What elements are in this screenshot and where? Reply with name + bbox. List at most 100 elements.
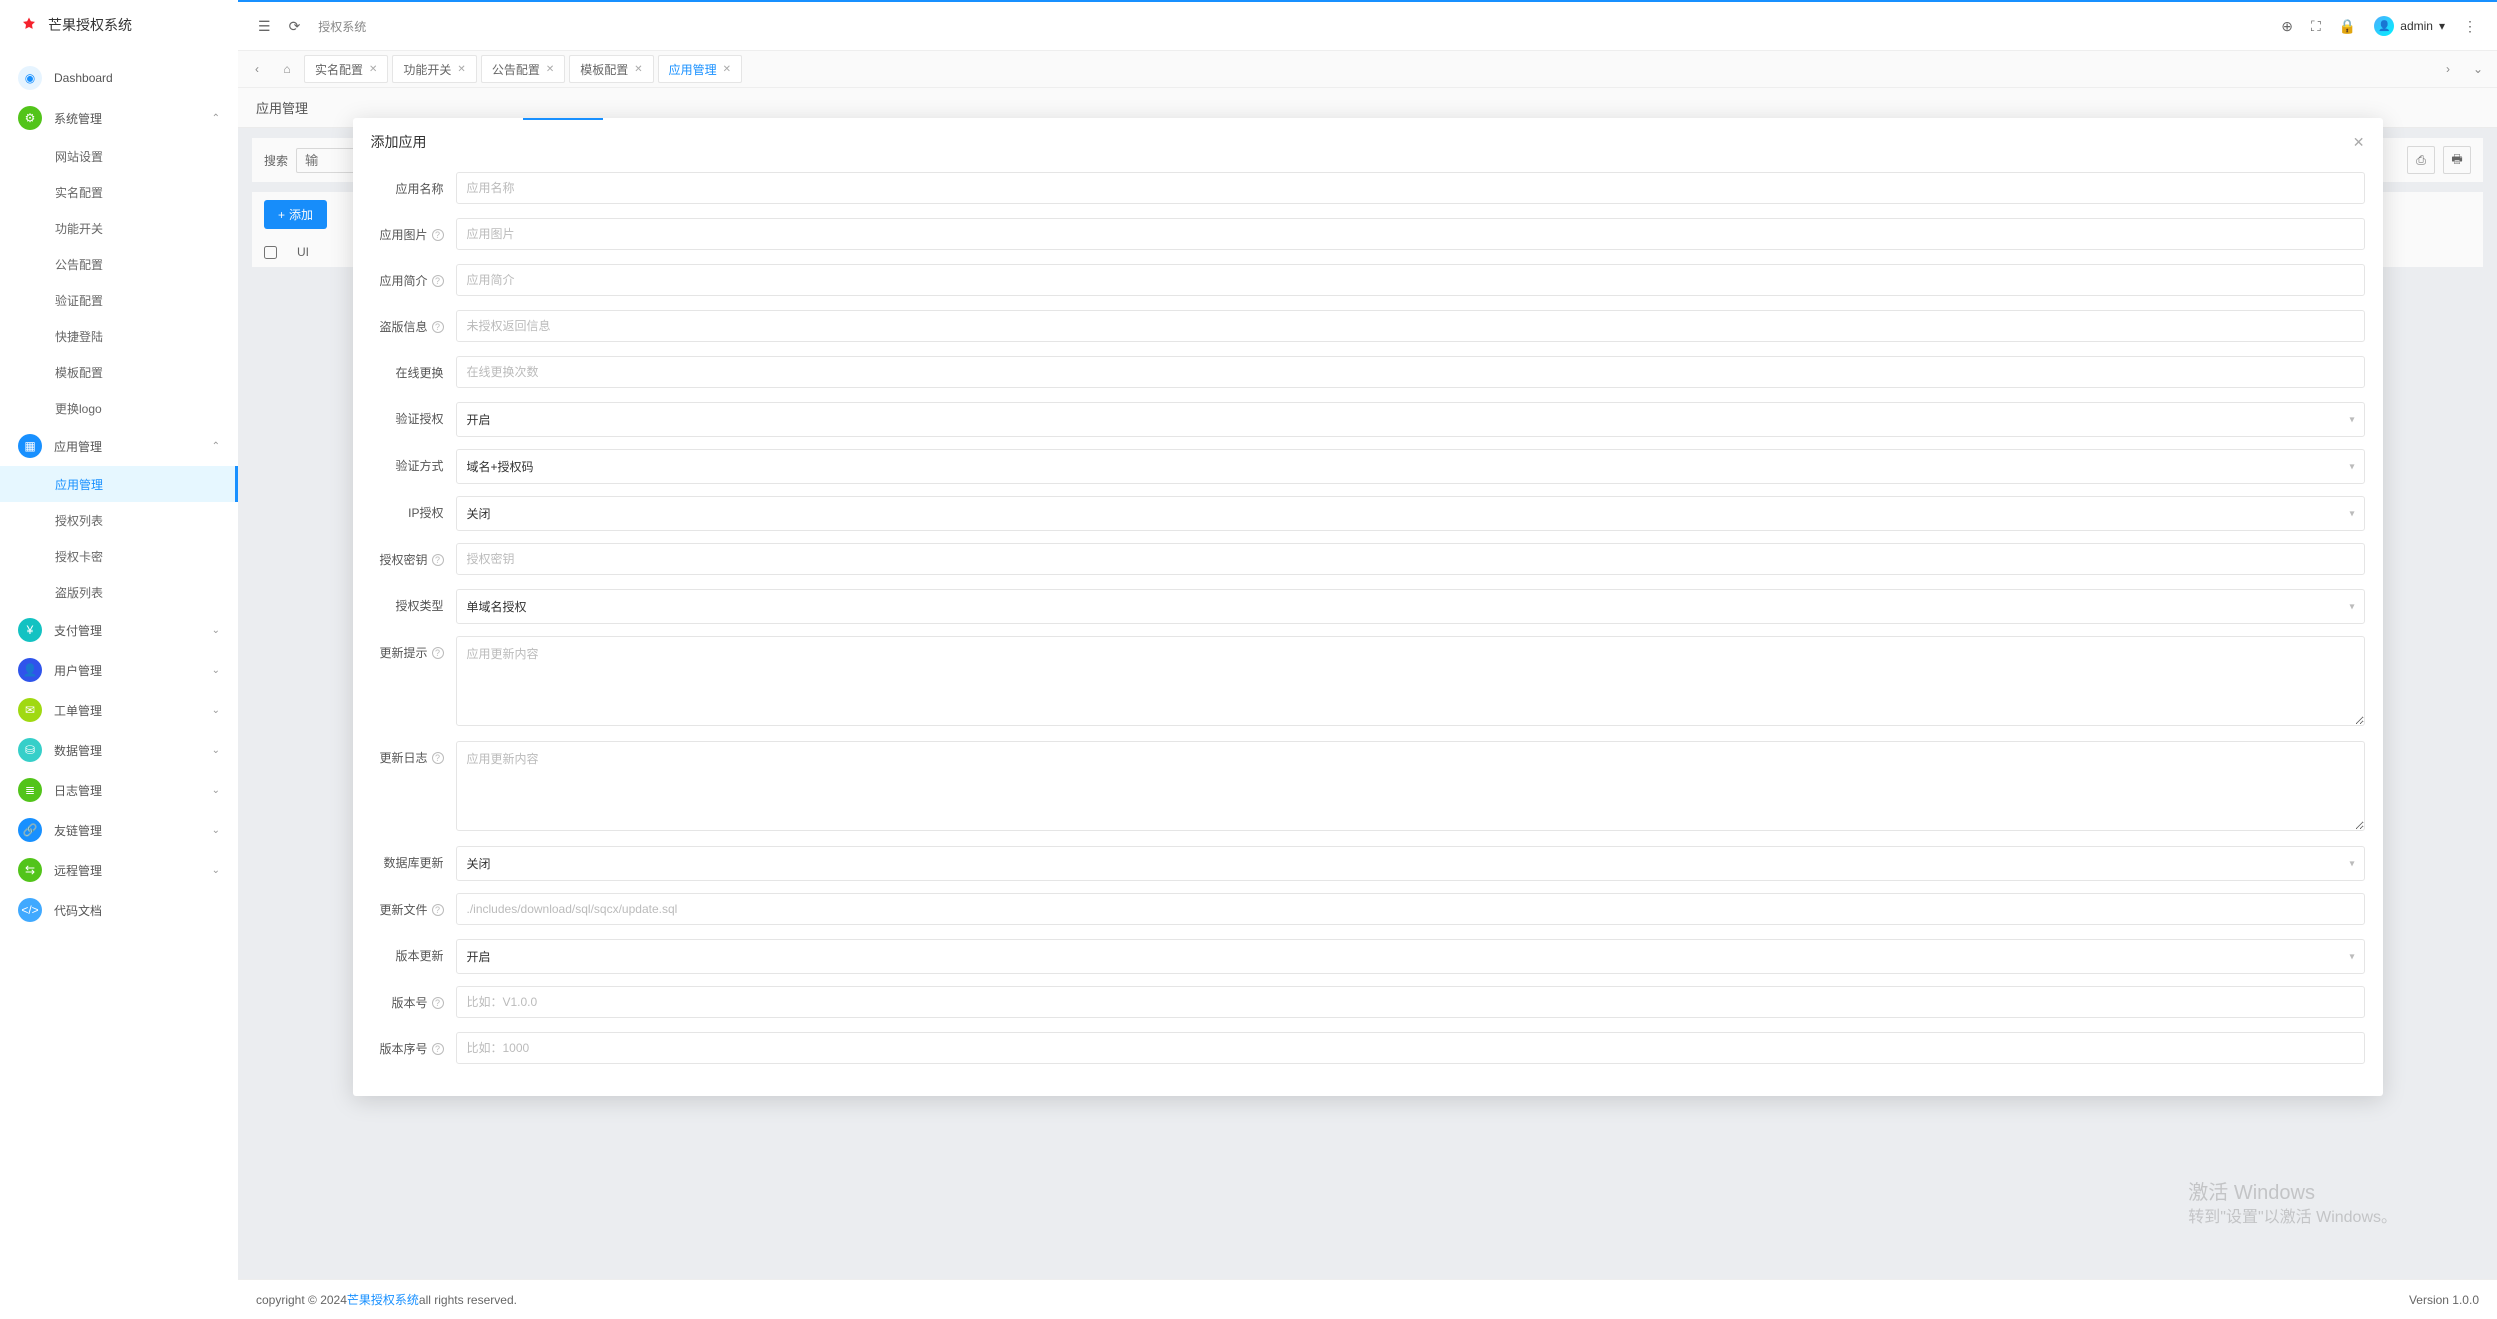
ver-update-select[interactable]: 开启 xyxy=(456,939,2365,974)
logo-icon xyxy=(20,16,38,34)
app-name-input[interactable] xyxy=(456,172,2365,204)
modal-mask: 添加应用 ✕ 应用名称 应用图片? 应用简介? xyxy=(238,88,2497,1279)
tabs-home[interactable]: ⌂ xyxy=(274,56,300,82)
chevron-down-icon: ⌄ xyxy=(212,665,220,676)
label-db-update: 数据库更新 xyxy=(383,846,443,880)
app-img-input[interactable] xyxy=(456,218,2365,250)
more-icon[interactable]: ⋮ xyxy=(2463,18,2477,35)
sidebar-item-user[interactable]: 👤 用户管理 ⌄ xyxy=(0,650,238,690)
close-icon[interactable]: ✕ xyxy=(2353,134,2365,151)
sidebar-item-code[interactable]: </> 代码文档 xyxy=(0,890,238,930)
db-update-select[interactable]: 关闭 xyxy=(456,846,2365,881)
help-icon[interactable]: ? xyxy=(432,997,444,1009)
help-icon[interactable]: ? xyxy=(432,904,444,916)
chevron-down-icon: ⌄ xyxy=(212,625,220,636)
help-icon[interactable]: ? xyxy=(432,321,444,333)
help-icon[interactable]: ? xyxy=(432,275,444,287)
label-online-swap: 在线更换 xyxy=(395,356,443,390)
modal-title: 添加应用 xyxy=(371,132,427,152)
menu-toggle-icon[interactable]: ☰ xyxy=(258,18,271,35)
update-log-textarea[interactable] xyxy=(456,741,2365,831)
ip-auth-select[interactable]: 关闭 xyxy=(456,496,2365,531)
log-icon: ≣ xyxy=(18,778,42,802)
user-menu[interactable]: 👤 admin▾ xyxy=(2374,16,2445,36)
label-update-file: 更新文件 xyxy=(379,893,427,927)
link-icon: 🔗 xyxy=(18,818,42,842)
footer-link[interactable]: 芒果授权系统 xyxy=(347,1291,419,1308)
tab-template[interactable]: 模板配置✕ xyxy=(569,55,653,83)
sidebar-item-pay[interactable]: ¥ 支付管理 ⌄ xyxy=(0,610,238,650)
tab-app-manage[interactable]: 应用管理✕ xyxy=(658,55,742,83)
sidebar-item-auth-card[interactable]: 授权卡密 xyxy=(0,538,238,574)
fullscreen-icon[interactable]: ⛶ xyxy=(2311,18,2321,35)
sidebar-item-site-settings[interactable]: 网站设置 xyxy=(0,138,238,174)
version-input[interactable] xyxy=(456,986,2365,1018)
sidebar-item-notice[interactable]: 公告配置 xyxy=(0,246,238,282)
chevron-up-icon: ⌃ xyxy=(212,113,220,124)
sidebar-item-feature[interactable]: 功能开关 xyxy=(0,210,238,246)
share-icon: ⇆ xyxy=(18,858,42,882)
ticket-icon: ✉ xyxy=(18,698,42,722)
chevron-down-icon: ⌄ xyxy=(212,745,220,756)
sidebar-item-system[interactable]: ⚙ 系统管理 ⌃ xyxy=(0,98,238,138)
label-version-seq: 版本序号 xyxy=(379,1032,427,1066)
content: 应用管理 搜索 ⎙ 🖶 + 添加 xyxy=(238,88,2497,1279)
menu: ◉ Dashboard ⚙ 系统管理 ⌃ 网站设置 实名配置 功能开关 公告配置… xyxy=(0,50,238,1319)
help-icon[interactable]: ? xyxy=(432,647,444,659)
tabs-prev[interactable]: ‹ xyxy=(244,56,270,82)
update-tip-textarea[interactable] xyxy=(456,636,2365,726)
chevron-down-icon: ⌄ xyxy=(212,825,220,836)
update-file-input[interactable] xyxy=(456,893,2365,925)
globe-icon[interactable]: ⊕ xyxy=(2281,18,2293,35)
sidebar-item-data[interactable]: ⛁ 数据管理 ⌄ xyxy=(0,730,238,770)
close-icon[interactable]: ✕ xyxy=(723,64,731,75)
help-icon[interactable]: ? xyxy=(432,554,444,566)
tabs-next[interactable]: › xyxy=(2435,56,2461,82)
chevron-down-icon: ⌄ xyxy=(212,865,220,876)
sidebar-item-realname[interactable]: 实名配置 xyxy=(0,174,238,210)
tab-realname[interactable]: 实名配置✕ xyxy=(304,55,388,83)
auth-type-select[interactable]: 单域名授权 xyxy=(456,589,2365,624)
close-icon[interactable]: ✕ xyxy=(369,64,377,75)
close-icon[interactable]: ✕ xyxy=(546,64,554,75)
sidebar-item-dashboard[interactable]: ◉ Dashboard xyxy=(0,58,238,98)
user-name: admin xyxy=(2400,19,2433,33)
sidebar-item-log[interactable]: ≣ 日志管理 ⌄ xyxy=(0,770,238,810)
sidebar-item-verify[interactable]: 验证配置 xyxy=(0,282,238,318)
sidebar-item-app[interactable]: ▦ 应用管理 ⌃ xyxy=(0,426,238,466)
label-update-log: 更新日志 xyxy=(379,741,427,775)
sidebar-item-remote[interactable]: ⇆ 远程管理 ⌄ xyxy=(0,850,238,890)
chevron-up-icon: ⌃ xyxy=(212,441,220,452)
tabs-dropdown[interactable]: ⌄ xyxy=(2465,56,2491,82)
app-name: 芒果授权系统 xyxy=(48,15,132,35)
piracy-info-input[interactable] xyxy=(456,310,2365,342)
app-intro-input[interactable] xyxy=(456,264,2365,296)
tab-notice[interactable]: 公告配置✕ xyxy=(481,55,565,83)
label-app-intro: 应用简介 xyxy=(379,264,427,298)
label-auth-type: 授权类型 xyxy=(395,589,443,623)
sidebar-item-quick-login[interactable]: 快捷登陆 xyxy=(0,318,238,354)
verify-auth-select[interactable]: 开启 xyxy=(456,402,2365,437)
online-swap-input[interactable] xyxy=(456,356,2365,388)
sidebar-item-link[interactable]: 🔗 友链管理 ⌄ xyxy=(0,810,238,850)
sidebar: 芒果授权系统 ◉ Dashboard ⚙ 系统管理 ⌃ 网站设置 实名配置 功能… xyxy=(0,0,238,1319)
sidebar-item-ticket[interactable]: ✉ 工单管理 ⌄ xyxy=(0,690,238,730)
help-icon[interactable]: ? xyxy=(432,1043,444,1055)
sidebar-item-auth-list[interactable]: 授权列表 xyxy=(0,502,238,538)
close-icon[interactable]: ✕ xyxy=(634,64,642,75)
sidebar-item-app-manage[interactable]: 应用管理 xyxy=(0,466,238,502)
sidebar-item-template[interactable]: 模板配置 xyxy=(0,354,238,390)
tab-feature[interactable]: 功能开关✕ xyxy=(392,55,476,83)
sidebar-item-logo[interactable]: 更换logo xyxy=(0,390,238,426)
auth-secret-input[interactable] xyxy=(456,543,2365,575)
help-icon[interactable]: ? xyxy=(432,752,444,764)
verify-mode-select[interactable]: 域名+授权码 xyxy=(456,449,2365,484)
refresh-icon[interactable]: ⟳ xyxy=(289,18,301,35)
lock-icon[interactable]: 🔒 xyxy=(2339,18,2356,35)
close-icon[interactable]: ✕ xyxy=(457,64,465,75)
sidebar-item-piracy[interactable]: 盗版列表 xyxy=(0,574,238,610)
help-icon[interactable]: ? xyxy=(432,229,444,241)
label-piracy-info: 盗版信息 xyxy=(379,310,427,344)
header: ☰ ⟳ 授权系统 ⊕ ⛶ 🔒 👤 admin▾ ⋮ xyxy=(238,0,2497,50)
version-seq-input[interactable] xyxy=(456,1032,2365,1064)
